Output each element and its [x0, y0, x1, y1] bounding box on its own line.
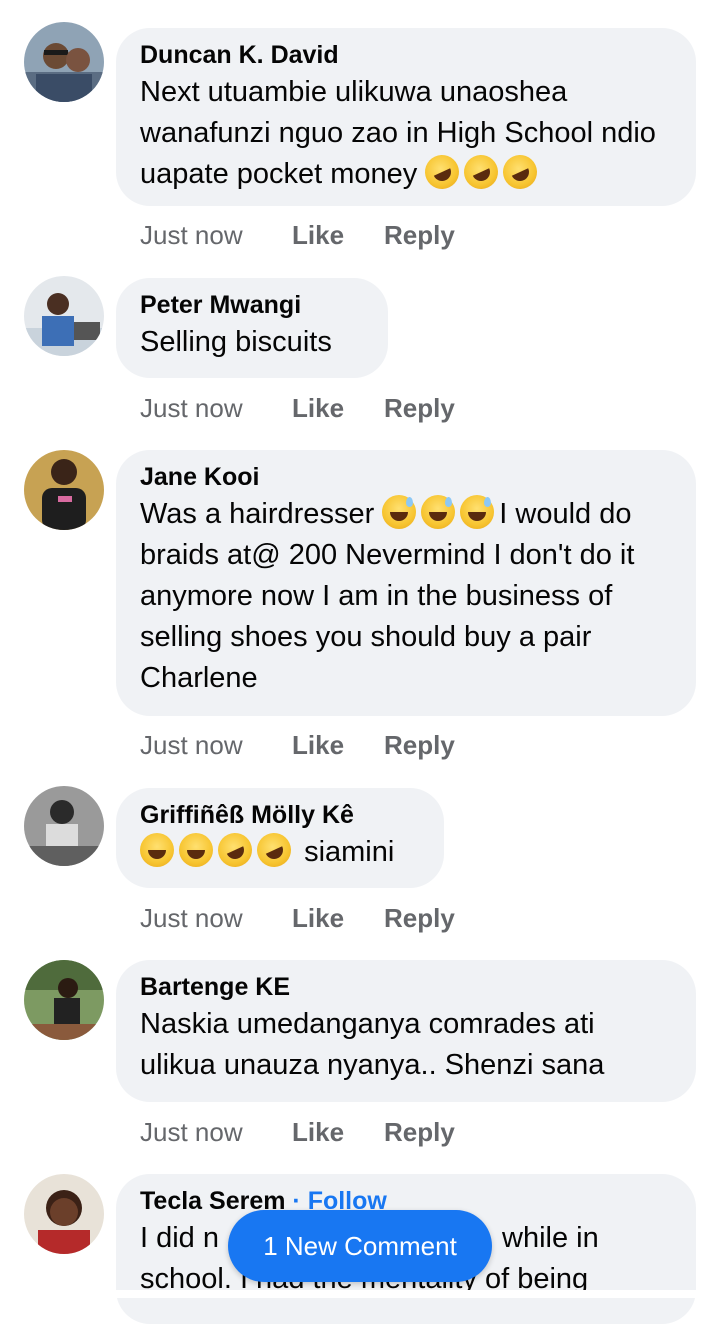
commenter-name[interactable]: Duncan K. David	[140, 38, 672, 72]
joy-icon	[179, 833, 213, 867]
comment-bubble: Griffiñêß Mölly Kê siamini	[116, 788, 444, 888]
like-button[interactable]: Like	[292, 220, 344, 251]
rolling-on-floor-laughing-icon	[212, 827, 258, 873]
grinning-sweat-icon	[421, 495, 456, 529]
comment-bubble: Bartenge KE Naskia umedanganya comrades …	[116, 960, 696, 1102]
comment-text: Selling biscuits	[140, 326, 332, 358]
comment-bubble: Peter Mwangi Selling biscuits	[116, 278, 388, 378]
reply-button[interactable]: Reply	[384, 1117, 455, 1148]
rolling-on-floor-laughing-icon	[419, 149, 465, 195]
like-button[interactable]: Like	[292, 393, 344, 424]
grinning-sweat-icon	[382, 495, 417, 529]
comment-text: Naskia umedanganya comrades ati ulikua u…	[140, 1008, 605, 1081]
avatar[interactable]	[24, 450, 104, 530]
reply-button[interactable]: Reply	[384, 393, 455, 424]
comment-text: siamini	[140, 827, 420, 873]
reply-button[interactable]: Reply	[384, 903, 455, 934]
like-button[interactable]: Like	[292, 730, 344, 761]
timestamp[interactable]: Just now	[140, 220, 243, 251]
commenter-name[interactable]: Peter Mwangi	[140, 288, 364, 322]
timestamp[interactable]: Just now	[140, 393, 243, 424]
new-comment-button[interactable]: 1 New Comment	[228, 1210, 492, 1282]
avatar[interactable]	[24, 22, 104, 102]
rolling-on-floor-laughing-icon	[497, 149, 543, 195]
rolling-on-floor-laughing-icon	[251, 827, 297, 873]
timestamp[interactable]: Just now	[140, 1117, 243, 1148]
bottom-edge	[0, 1290, 720, 1298]
avatar[interactable]	[24, 1174, 104, 1254]
comment-bubble: Jane Kooi Was a hairdresser I would do b…	[116, 450, 696, 716]
avatar[interactable]	[24, 786, 104, 866]
commenter-name[interactable]: Griffiñêß Mölly Kê	[140, 798, 420, 832]
reply-button[interactable]: Reply	[384, 730, 455, 761]
avatar[interactable]	[24, 960, 104, 1040]
timestamp[interactable]: Just now	[140, 730, 243, 761]
grinning-sweat-icon	[460, 495, 495, 529]
commenter-name[interactable]: Bartenge KE	[140, 970, 672, 1004]
rolling-on-floor-laughing-icon	[458, 149, 504, 195]
timestamp[interactable]: Just now	[140, 903, 243, 934]
comment-text: Was a hairdresser I would do braids at@ …	[140, 494, 672, 699]
comment-bubble: Duncan K. David Next utuambie ulikuwa un…	[116, 28, 696, 206]
like-button[interactable]: Like	[292, 1117, 344, 1148]
comment-text: Next utuambie ulikuwa unaoshea wanafunzi…	[140, 72, 672, 195]
like-button[interactable]: Like	[292, 903, 344, 934]
commenter-name[interactable]: Jane Kooi	[140, 460, 672, 494]
joy-icon	[140, 833, 174, 867]
reply-button[interactable]: Reply	[384, 220, 455, 251]
avatar[interactable]	[24, 276, 104, 356]
